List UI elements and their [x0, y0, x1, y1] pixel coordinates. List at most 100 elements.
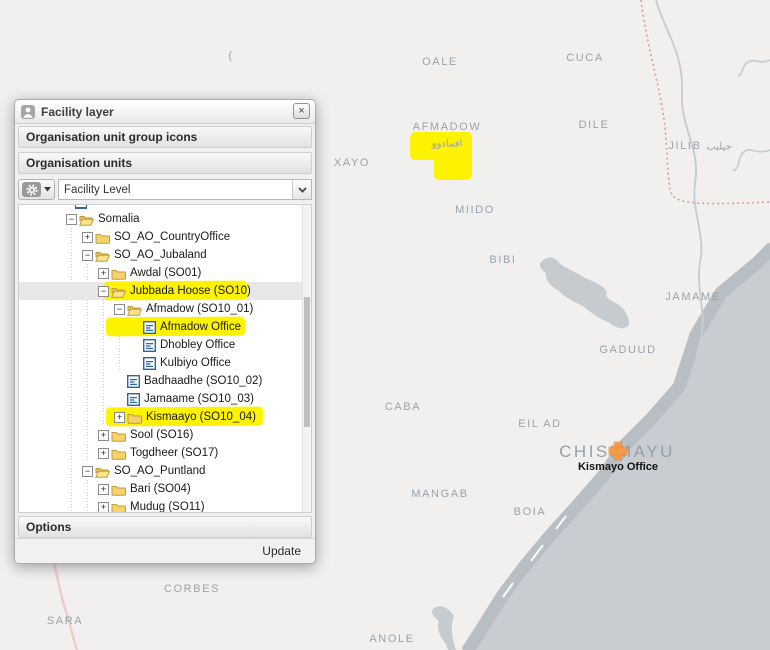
node-icon [143, 321, 156, 334]
scrollbar-thumb[interactable] [304, 297, 310, 427]
tree-item-label[interactable]: Awdal (SO01) [130, 267, 201, 279]
tree-item-label[interactable]: Kulbiyo Office [160, 357, 231, 369]
collapse-node-icon[interactable]: − [66, 214, 77, 225]
collapse-node-icon[interactable]: − [114, 304, 125, 315]
section-organisation-units[interactable]: Organisation units [18, 152, 312, 174]
tree-item-bari-so04-[interactable]: + Bari (SO04) [21, 480, 301, 498]
combobox-value: Facility Level [59, 184, 292, 196]
map-place-label: جيليب [706, 142, 731, 153]
tree-item-label[interactable]: Kismaayo (SO10_04) [146, 411, 256, 423]
tree-item-label[interactable]: Mudug (SO11) [130, 501, 205, 513]
tree-item-label[interactable]: Jamaame (SO10_03) [144, 393, 254, 405]
tree-item-label[interactable]: Jubbada Hoose (SO10) [130, 285, 251, 297]
folder-icon [111, 447, 126, 460]
map-place-label: BOIA [514, 506, 547, 518]
collapse-node-icon[interactable]: − [82, 466, 93, 477]
tree-item-afmadow-so10-01-[interactable]: − Afmadow (SO10_01) [21, 300, 301, 318]
orgunit-toolbar: Facility Level [18, 178, 312, 201]
node-icon [111, 285, 126, 298]
combobox-trigger[interactable] [292, 180, 311, 199]
road-line [53, 556, 77, 650]
node-icon [111, 483, 126, 496]
node-icon [111, 429, 126, 442]
section-options[interactable]: Options [18, 516, 312, 538]
section-org-unit-group-icons[interactable]: Organisation unit group icons [18, 126, 312, 148]
tree-item-so-ao-jubaland[interactable]: − SO_AO_Jubaland [21, 246, 301, 264]
tree-elbow [114, 394, 125, 405]
tree-item-dhobley-office[interactable]: Dhobley Office [21, 336, 301, 354]
tree-item-label[interactable]: SO_AO_Jubaland [114, 249, 207, 261]
river-branch-2 [733, 150, 770, 171]
selection-mode-combobox[interactable]: Facility Level [58, 179, 312, 200]
expand-node-icon[interactable]: + [98, 448, 109, 459]
tree-settings-button[interactable] [18, 179, 55, 200]
map-place-label: AFMADOW [413, 121, 482, 133]
tree-item-so-ao-puntland[interactable]: − SO_AO_Puntland [21, 462, 301, 480]
node-icon [111, 267, 126, 280]
dialog-footer: Update [15, 538, 315, 563]
tree-item-jubbada-hoose-so10-[interactable]: − Jubbada Hoose (SO10) [21, 282, 301, 300]
close-icon[interactable]: × [293, 103, 310, 119]
tree-item-label[interactable]: Dhobley Office [160, 339, 235, 351]
expand-node-icon[interactable]: + [98, 502, 109, 513]
lake-shape [540, 257, 629, 328]
tree-item-label[interactable]: Afmadow (SO10_01) [146, 303, 253, 315]
expand-node-icon[interactable]: + [82, 232, 93, 243]
facility-marker-icon[interactable] [610, 443, 627, 460]
collapse-node-icon[interactable]: − [98, 286, 109, 297]
map-place-label: CABA [385, 401, 421, 413]
expand-node-icon[interactable]: + [114, 412, 125, 423]
folder-open-icon [127, 303, 142, 316]
leaf-icon [143, 321, 156, 334]
map-place-label: افمادوو [432, 139, 463, 150]
tree-elbow [130, 358, 141, 369]
tree-scrollbar[interactable] [302, 205, 311, 512]
tree-item-label[interactable]: Bari (SO04) [130, 483, 191, 495]
map-place-label: MIIDO [455, 204, 495, 216]
tree-item-togdheer-so17-[interactable]: + Togdheer (SO17) [21, 444, 301, 462]
tree-item-label[interactable]: SO_AO_CountryOffice [114, 231, 230, 243]
folder-icon [95, 231, 110, 244]
tree-item-label[interactable]: Sool (SO16) [130, 429, 193, 441]
node-icon [79, 213, 94, 226]
dropdown-arrow-icon [44, 187, 51, 192]
tree-rows: − Somalia + SO_AO_CountryOffice − SO_AO_Jubal… [21, 210, 301, 513]
folder-open-icon [111, 285, 126, 298]
tree-item-sool-so16-[interactable]: + Sool (SO16) [21, 426, 301, 444]
tree-item-afmadow-office[interactable]: Afmadow Office [21, 318, 301, 336]
tree-item-label[interactable]: SO_AO_Puntland [114, 465, 205, 477]
update-button[interactable]: Update [252, 542, 311, 560]
map-place-label: DILE [579, 119, 610, 131]
tree-item-awdal-so01-[interactable]: + Awdal (SO01) [21, 264, 301, 282]
map-place-label: BIBI [489, 254, 516, 266]
map-place-label: CORBES [164, 583, 220, 595]
node-icon [111, 447, 126, 460]
tree-item-label[interactable]: Togdheer (SO17) [130, 447, 218, 459]
leaf-icon [127, 393, 140, 406]
node-icon [127, 375, 140, 388]
dialog-titlebar[interactable]: Facility layer × [15, 100, 315, 124]
tree-item-mudug-so11-[interactable]: + Mudug (SO11) [21, 498, 301, 513]
expand-node-icon[interactable]: + [98, 430, 109, 441]
tree-elbow [114, 376, 125, 387]
tree-item-jamaame-so10-03-[interactable]: Jamaame (SO10_03) [21, 390, 301, 408]
collapse-node-icon[interactable]: − [82, 250, 93, 261]
tree-item-label[interactable]: Somalia [98, 213, 140, 225]
folder-icon [111, 501, 126, 514]
leaf-icon [127, 375, 140, 388]
tree-item-label[interactable]: Badhaadhe (SO10_02) [144, 375, 262, 387]
expand-node-icon[interactable]: + [98, 268, 109, 279]
tree-item-label[interactable]: Afmadow Office [160, 321, 241, 333]
river-branch-1 [738, 60, 770, 76]
folder-open-icon [79, 213, 94, 226]
map-place-label: EIL AD [518, 418, 561, 430]
tree-item-kulbiyo-office[interactable]: Kulbiyo Office [21, 354, 301, 372]
orgunit-tree: − Somalia + SO_AO_CountryOffice − SO_AO_Jubal… [18, 204, 312, 513]
expand-node-icon[interactable]: + [98, 484, 109, 495]
tree-item-kismaayo-so10-04-[interactable]: + Kismaayo (SO10_04) [21, 408, 301, 426]
tree-item-somalia[interactable]: − Somalia [21, 210, 301, 228]
tree-item-so-ao-countryoffice[interactable]: + SO_AO_CountryOffice [21, 228, 301, 246]
tree-item-badhaadhe-so10-02-[interactable]: Badhaadhe (SO10_02) [21, 372, 301, 390]
gear-icon [22, 182, 41, 197]
tree-elbow [130, 340, 141, 351]
